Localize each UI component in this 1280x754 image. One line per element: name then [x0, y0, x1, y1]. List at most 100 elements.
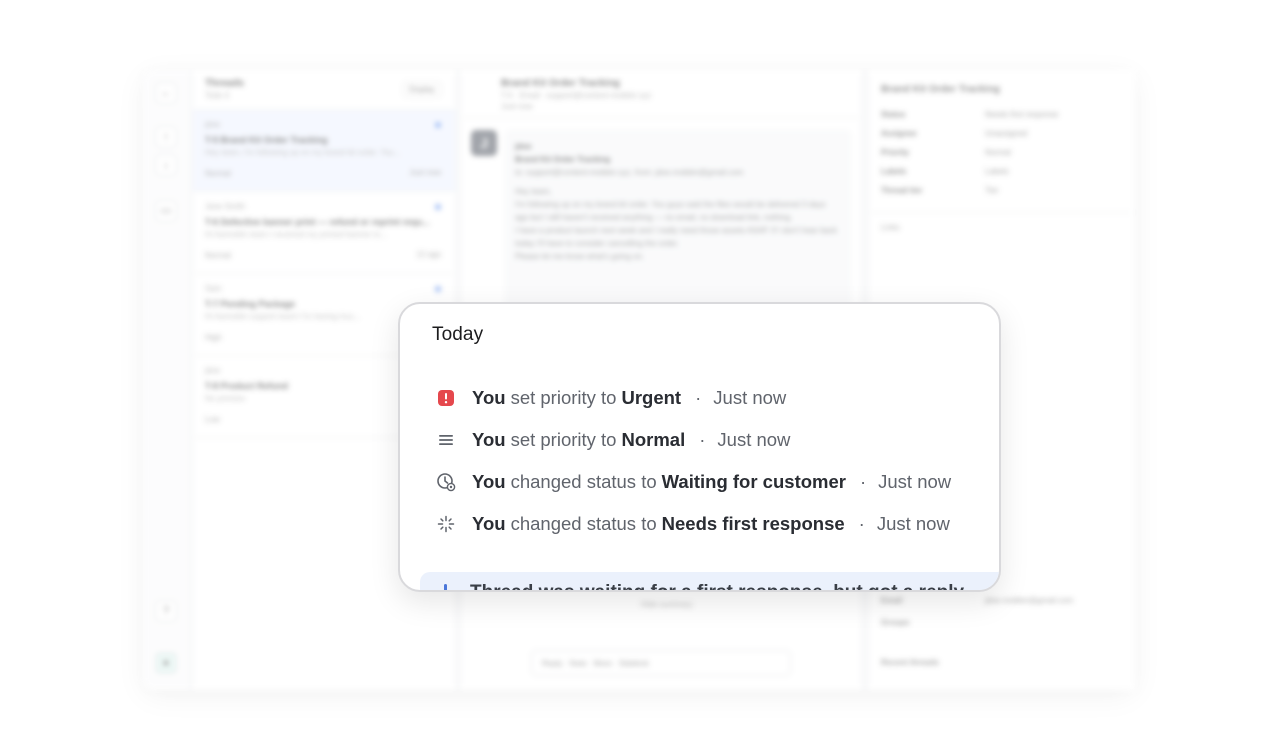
composer-toolbar[interactable]: Reply · Note · More · Sidekick	[531, 650, 791, 676]
normal-priority-icon	[436, 430, 456, 450]
event-value: Needs first response	[661, 513, 845, 534]
thread-item[interactable]: Jane Smith T-6 Defective banner print — …	[193, 192, 455, 274]
activity-event: You changed status to Needs first respon…	[436, 510, 950, 538]
thread-id: T-6	[205, 217, 219, 227]
thread-time: Just now	[409, 168, 441, 177]
thread-title: Defective banner print — refund or repri…	[220, 217, 430, 227]
event-actor: You	[472, 513, 506, 534]
groups-label: Groups	[881, 618, 910, 627]
thread-priority: Normal	[205, 169, 231, 178]
message-sender: jdoe	[515, 142, 532, 151]
detail-key: Labels	[881, 167, 907, 176]
up-icon[interactable]: ↑	[155, 126, 177, 148]
event-separator: ·	[695, 387, 702, 408]
needs-response-status-icon	[436, 514, 456, 534]
event-actor: You	[472, 387, 506, 408]
message-body: Hey team,	[515, 187, 552, 196]
message-title: Brand Kit Order Tracking	[515, 155, 611, 164]
accent-bar	[444, 584, 447, 590]
detail-row[interactable]: Assignee Unassigned	[869, 124, 1135, 143]
message-body: Please let me know what's going on.	[515, 252, 645, 261]
event-time: Just now	[878, 471, 952, 492]
message-body: I have a product launch next week and I …	[515, 226, 838, 248]
detail-value: Unassigned	[985, 129, 1028, 138]
threads-header: Threads Todo 4 Display	[193, 70, 455, 110]
unread-dot	[435, 286, 441, 292]
event-actor: You	[472, 429, 506, 450]
detail-key: Priority	[881, 148, 910, 157]
event-time: Just now	[876, 513, 950, 534]
detail-key: Assignee	[881, 129, 917, 138]
event-actor: You	[472, 471, 506, 492]
event-separator: ·	[859, 471, 867, 492]
links-section[interactable]: Links	[869, 212, 1135, 246]
message-recipients: to: support@content-mobbin.xyz, from: jd…	[515, 168, 744, 177]
thread-author: jdoe	[205, 120, 221, 129]
event-action: changed status to	[510, 513, 657, 534]
event-action: changed status to	[510, 471, 657, 492]
help-icon[interactable]: ?	[155, 600, 177, 622]
thread-item[interactable]: jdoe T-5 Brand Kit Order Tracking Hey te…	[193, 110, 455, 192]
detail-value: Tier	[985, 186, 999, 195]
event-separator: ·	[699, 429, 706, 450]
detail-row[interactable]: Thread tier Tier	[869, 181, 1135, 200]
event-separator: ·	[858, 513, 865, 534]
detail-value: Normal	[985, 148, 1011, 157]
thread-preview: Hey team, I'm following up on my brand k…	[205, 148, 401, 157]
thread-id: T-5	[205, 135, 219, 145]
event-action: set priority to	[510, 387, 617, 408]
event-value: Normal	[621, 429, 686, 450]
urgent-priority-icon	[436, 388, 456, 408]
email-row: Email jdoe.mobbin@gmail.com	[881, 596, 1121, 605]
waiting-status-icon	[436, 472, 456, 492]
message-bubble: jdoe Brand Kit Order Tracking to: suppor…	[505, 130, 851, 310]
hide-summary-button[interactable]: Hide summary	[641, 600, 693, 609]
display-button[interactable]: Display	[402, 82, 441, 97]
email-value: jdoe.mobbin@gmail.com	[985, 596, 1074, 605]
activity-card: Today You set priority to Urgent · Just …	[398, 302, 1001, 592]
event-value: Urgent	[621, 387, 682, 408]
recent-threads-label: Recent threads	[881, 658, 939, 667]
user-avatar-icon[interactable]: ●	[155, 652, 177, 674]
email-label: Email	[881, 596, 903, 605]
event-action: set priority to	[510, 429, 617, 450]
unread-dot	[435, 204, 441, 210]
event-value: Waiting for customer	[661, 471, 846, 492]
sidebar-title: Brand Kit Order Tracking	[881, 84, 1000, 95]
detail-row[interactable]: Priority Normal	[869, 143, 1135, 162]
thread-priority: High	[205, 333, 222, 342]
detail-row[interactable]: Status Needs first response	[869, 105, 1135, 124]
avatar: J	[471, 130, 497, 156]
back-icon[interactable]: ←	[155, 82, 177, 104]
conversation-title: Brand Kit Order Tracking	[501, 78, 620, 89]
thread-id: T-8	[205, 381, 219, 391]
thread-title: Pending Package	[220, 299, 296, 309]
conversation-time: Just now	[501, 102, 533, 111]
thread-time: 12 ago	[416, 250, 441, 259]
activity-event: You changed status to Waiting for custom…	[436, 468, 951, 496]
thread-author: Sam	[205, 284, 222, 293]
activity-event: You set priority to Normal · Just now	[436, 426, 790, 454]
detail-key: Status	[881, 110, 906, 119]
detail-value: Needs first response	[985, 110, 1059, 119]
detail-key: Thread tier	[881, 186, 923, 195]
thread-id: T-7	[205, 299, 219, 309]
conversation-header: Brand Kit Order Tracking T-5 · Email - s…	[461, 70, 861, 118]
thread-preview: Hi Aamoblin team I received my printed b…	[205, 230, 387, 239]
thread-title: Brand Kit Order Tracking	[220, 135, 328, 145]
conversation-subtitle: T-5 · Email - support@content-mobbin.xyz	[501, 91, 651, 100]
pending-response-text: Thread was waiting for a first response,…	[470, 582, 964, 590]
unread-dot	[435, 122, 441, 128]
message-body: I'm following up on my brand kit order. …	[515, 200, 826, 222]
pending-response-banner[interactable]: Thread was waiting for a first response,…	[420, 572, 999, 590]
detail-row[interactable]: Labels Labels	[869, 162, 1135, 181]
thread-title: Product Refund	[220, 381, 289, 391]
thread-author: Jane Smith	[205, 202, 246, 211]
down-icon[interactable]: ↓	[155, 154, 177, 176]
day-heading: Today	[432, 324, 484, 345]
nav-rail: ← ↑ ↓ ▭ ? ●	[143, 70, 189, 690]
detail-value: Labels	[985, 167, 1009, 176]
thread-priority: Normal	[205, 251, 231, 260]
activity-event: You set priority to Urgent · Just now	[436, 384, 786, 412]
sidebar-toggle-icon[interactable]: ▭	[155, 200, 177, 222]
